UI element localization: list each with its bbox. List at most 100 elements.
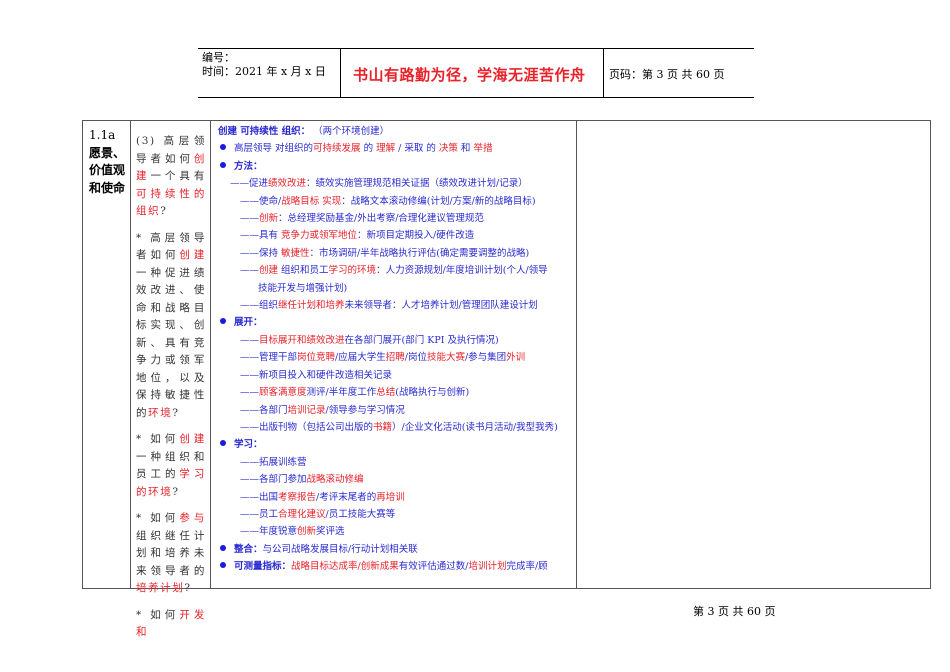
text-segment: 与公司战略发展目标/行动计划相关联 — [262, 543, 418, 555]
highlight-text: 外训 — [506, 352, 526, 364]
highlight-text: 培训记录 — [287, 404, 326, 416]
text-segment: 测评/半年度工作 — [306, 387, 377, 399]
bullet-item: 整合：与公司战略发展目标/行动计划相关联 — [216, 541, 576, 558]
content-line: ——年度锐意创新奖评选 — [216, 523, 576, 540]
content-line: ——拓展训练营 — [216, 454, 576, 471]
number-label: 编号： — [202, 51, 235, 64]
highlight-text: 参与 — [179, 512, 206, 524]
page-footer: 第 3 页 共 60 页 — [693, 605, 776, 618]
text-segment: ——管理干部 — [240, 352, 298, 364]
text-segment: 组织继任计划和培养未来领导者的 — [136, 529, 206, 577]
question-paragraph: * 高层领导者如何创建一种促进绩效改进、使命和战略目标实现、创新、具有竞争力或领… — [136, 230, 206, 423]
highlight-text: 培养计划 — [136, 582, 185, 594]
content-line: ——员工合理化建议/员工技能大赛等 — [216, 506, 576, 523]
highlight-text: 考察报告 — [278, 491, 317, 503]
question-paragraph: * 如何开发和 — [136, 607, 206, 642]
highlight-text: 招聘 — [385, 352, 405, 364]
text-segment: ——组织 — [240, 300, 279, 312]
content-cell: 创建 可持续性 组织： （两个环境创建） 高层领导 对组织的可持续发展 的 理解 … — [216, 123, 576, 576]
text-segment: ——出版刊物（包括公司出版的 — [240, 421, 374, 433]
text-segment: 完成率/顾 — [506, 561, 548, 573]
text-segment: / 采取 的 — [395, 143, 439, 155]
text-segment: —— — [240, 213, 259, 225]
content-line: ——各部门参加战略滚动修编 — [216, 471, 576, 488]
text-segment: 组织和员工 — [278, 265, 329, 277]
text-segment: —— — [240, 387, 259, 399]
content-line: ——创建 组织和员工学习的环境：人力资源规划/年度培训计划(个人/领导 — [216, 262, 576, 279]
text-segment: 一种促进绩效改进、使命和战略目标实现、创新、具有竞争力或领军地位，以及保持敏捷性… — [136, 266, 206, 419]
bullet-item: 方法： — [216, 158, 576, 175]
text-segment: (战略执行与创新) — [395, 387, 470, 399]
text-segment: 展开： — [234, 317, 263, 329]
highlight-text: 可持续发展 — [313, 143, 361, 155]
highlight-text: 技能大赛 — [426, 352, 465, 364]
content-line: ——管理干部岗位竞聘/应届大学生招聘/岗位技能大赛/参与集团外训 — [216, 349, 576, 366]
highlight-text: 岗位竞聘 — [297, 352, 336, 364]
bullet-item: 学习： — [216, 436, 576, 453]
text-segment: ——新项目投入和硬件改造相关记录 — [240, 369, 393, 381]
bullet-item: 高层领导 对组织的可持续发展 的 理解 / 采取 的 决策 和 举措 — [216, 140, 576, 157]
column-divider — [130, 121, 131, 588]
content-line: ——顾客满意度测评/半年度工作总结(战略执行与创新) — [216, 384, 576, 401]
text-segment: 有效评估通过数/ — [398, 561, 469, 573]
question-paragraph: (3) 高层领导者如何创建一个具有可持续性的组织? — [136, 133, 206, 221]
bullet-icon — [220, 440, 226, 447]
text-segment: 高层领导 对组织的 — [234, 143, 314, 155]
content-line: ——出版刊物（包括公司出版的书籍）/企业文化活动(读书月活动/我型我秀) — [216, 419, 576, 436]
questions-cell: (3) 高层领导者如何创建一个具有可持续性的组织? * 高层领导者如何创建一种促进… — [136, 133, 206, 651]
text-segment: ：战略文本滚动修编(计划/方案/新的战略目标) — [341, 195, 536, 207]
highlight-text: 绩效改进 — [268, 178, 307, 190]
bullet-item: 可测量指标：战略目标达成率/创新成果有效评估通过数/培训计划完成率/顾 — [216, 558, 576, 575]
content-line: 技能开发与增强计划) — [216, 280, 576, 297]
column-divider — [576, 121, 577, 588]
highlight-text: 创新 — [297, 526, 317, 538]
page-header: 编号： 时间：2021 年 x 月 x 日 书山有路勤为径，学海无涯苦作舟 页码… — [198, 48, 754, 98]
text-segment: ——促进 — [230, 178, 269, 190]
text-segment: ——各部门参加 — [240, 474, 307, 486]
section-cell: 1.1a 愿景、价值观和使命 — [89, 127, 129, 197]
highlight-text: 战略目标达成率/ — [291, 561, 361, 573]
text-segment: /参与集团 — [464, 352, 507, 364]
text-segment: ? — [184, 582, 192, 594]
text-segment: 创建 可持续性 组织： — [218, 126, 311, 137]
text-segment: ：市场调研/半年战略执行评估(确定需要调整的战略) — [309, 247, 530, 259]
content-line: ——新项目投入和硬件改造相关记录 — [216, 367, 576, 384]
text-segment: —— — [240, 265, 259, 277]
highlight-text: 创建 — [259, 265, 279, 277]
text-segment: ——保持 — [240, 247, 282, 259]
text-segment: 学习： — [234, 439, 263, 451]
highlight-text: 合理化建议 — [278, 508, 326, 520]
content-line: ——创新：总经理奖励基金/外出考察/合理化建议管理规范 — [216, 210, 576, 227]
highlight-text: 继任计划和培养 — [278, 300, 345, 312]
text-segment: ：总经理奖励基金/外出考察/合理化建议管理规范 — [278, 213, 484, 225]
text-segment: ——出国 — [240, 491, 279, 503]
highlight-text: 竞争力或领军地位 — [281, 230, 358, 242]
text-segment: 在各部门展开(部门 KPI 及执行情况) — [344, 334, 499, 346]
header-meta: 编号： 时间：2021 年 x 月 x 日 — [202, 51, 326, 79]
section-number: 1.1a — [89, 128, 116, 142]
header-page-label: 页码：第 3 页 共 60 页 — [609, 68, 725, 81]
text-segment: 的 — [360, 143, 377, 155]
text-segment: 方法： — [234, 160, 263, 172]
content-table: 1.1a 愿景、价值观和使命 (3) 高层领导者如何创建一个具有可持续性的组织?… — [82, 120, 931, 638]
text-segment: /员工技能大赛等 — [325, 508, 396, 520]
bullet-icon — [220, 161, 226, 168]
question-paragraph: * 如何参与组织继任计划和培养未来领导者的培养计划? — [136, 510, 206, 598]
text-segment: （两个环境创建） — [310, 126, 390, 137]
text-segment: 一个具有 — [150, 170, 206, 182]
highlight-text: 决策 — [438, 143, 458, 155]
text-segment: 技能开发与增强计划) — [258, 282, 348, 294]
text-segment: ）/企业文化活动(读书月活动/我型我秀) — [392, 421, 558, 433]
text-segment: ? — [172, 485, 180, 498]
text-segment: * 如何 — [136, 433, 180, 445]
highlight-text: 理解 — [376, 143, 396, 155]
highlight-text: 创建 — [179, 433, 206, 445]
text-segment: ——拓展训练营 — [240, 456, 307, 468]
text-segment: /应届大学生 — [335, 352, 386, 364]
bullet-icon — [220, 318, 226, 325]
bullet-item: 展开： — [216, 314, 576, 331]
content-line: ——组织继任计划和培养未来领导者：人才培养计划/管理团队建设计划 — [216, 297, 576, 314]
text-segment: 可测量指标： — [234, 561, 292, 573]
content-line: ——各部门培训记录/领导参与学习情况 — [216, 402, 576, 419]
text-segment: ——年度锐意 — [240, 526, 298, 538]
